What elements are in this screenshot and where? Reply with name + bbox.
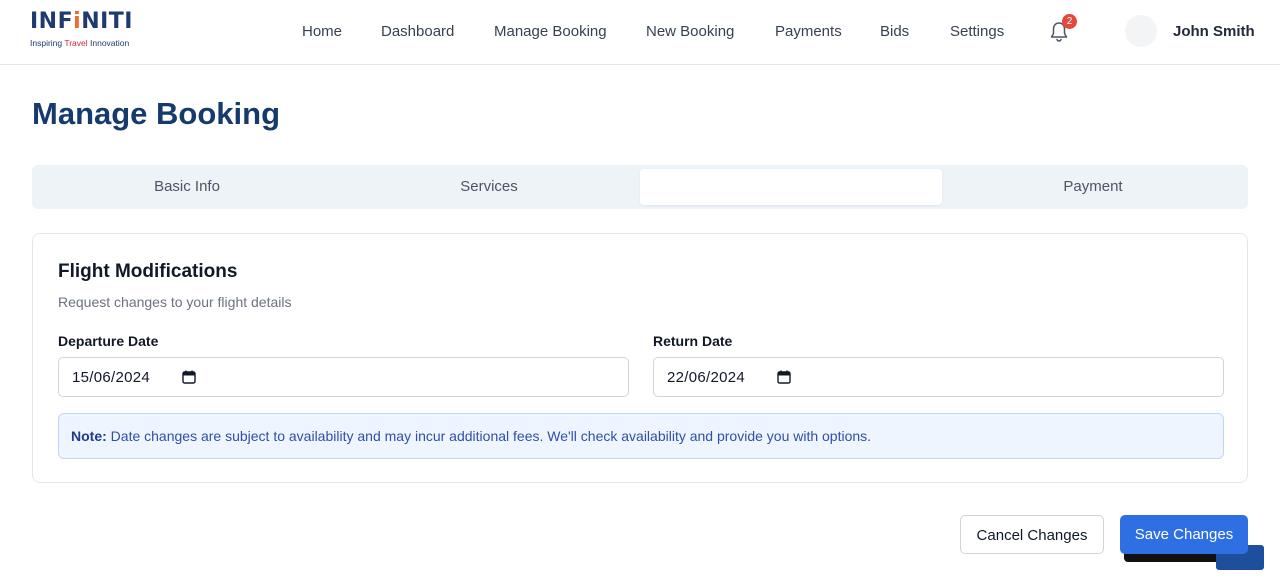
departure-date-label: Departure Date (58, 333, 159, 349)
nav-manage-booking[interactable]: Manage Booking (494, 23, 607, 40)
calendar-icon[interactable] (777, 370, 791, 384)
cancel-changes-button[interactable]: Cancel Changes (960, 515, 1104, 554)
tab-active[interactable] (640, 169, 942, 205)
top-navbar: INFiNITI Inspiring Travel Innovation Hom… (0, 0, 1280, 65)
card-subtitle: Request changes to your flight details (58, 294, 292, 310)
brand-tagline: Inspiring Travel Innovation (30, 38, 130, 48)
return-date-label: Return Date (653, 333, 733, 349)
nav-settings[interactable]: Settings (950, 23, 1004, 40)
nav-new-booking[interactable]: New Booking (646, 23, 734, 40)
page-title: Manage Booking (32, 96, 281, 131)
nav-payments[interactable]: Payments (775, 23, 842, 40)
avatar[interactable] (1125, 15, 1157, 47)
nav-bids[interactable]: Bids (880, 23, 909, 40)
nav-home[interactable]: Home (302, 23, 342, 40)
note-text: Note: Date changes are subject to availa… (71, 428, 871, 444)
return-date-input[interactable]: 22/06/2024 (653, 357, 1224, 397)
availability-note: Note: Date changes are subject to availa… (58, 413, 1224, 459)
user-name[interactable]: John Smith (1173, 23, 1255, 40)
flight-modifications-card: Flight Modifications Request changes to … (32, 233, 1248, 483)
departure-date-input[interactable]: 15/06/2024 (58, 357, 629, 397)
notification-badge: 2 (1062, 14, 1077, 29)
nav-dashboard[interactable]: Dashboard (381, 23, 454, 40)
note-body: Date changes are subject to availability… (106, 428, 872, 444)
brand-name: INFiNITI (30, 9, 133, 34)
tab-payment[interactable]: Payment (942, 169, 1244, 205)
tab-services[interactable]: Services (338, 169, 640, 205)
save-changes-button[interactable]: Save Changes (1120, 515, 1248, 554)
departure-date-value: 15/06/2024 (72, 369, 151, 386)
card-title: Flight Modifications (58, 261, 238, 282)
note-label: Note: (71, 428, 107, 444)
calendar-icon[interactable] (182, 370, 196, 384)
booking-tabs: Basic Info Services Payment (32, 165, 1248, 209)
return-date-value: 22/06/2024 (667, 369, 746, 386)
tab-basic-info[interactable]: Basic Info (36, 169, 338, 205)
brand-logo[interactable]: INFiNITI Inspiring Travel Innovation (30, 9, 133, 49)
